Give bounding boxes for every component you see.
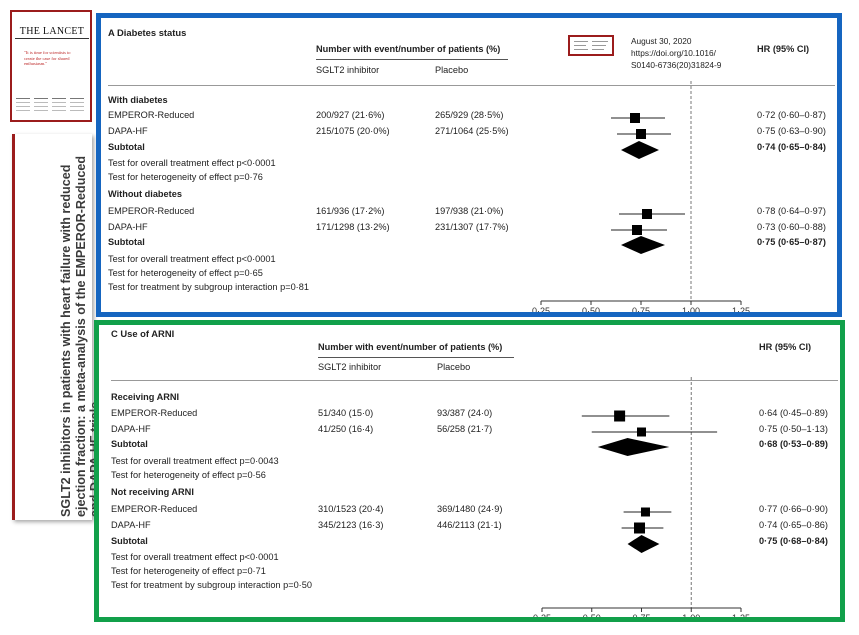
x-tick-label: 1·25 [732,613,750,622]
panel-diabetes-status: A Diabetes status Number with event/numb… [96,13,842,317]
subtotal-diamond [597,438,670,456]
hr-square [642,209,652,219]
journal-title: THE LANCET [15,26,89,39]
hr-square [634,522,646,534]
cover-columns [16,98,88,118]
journal-cover-thumbnail: THE LANCET "It is time for scientists to… [10,10,92,122]
subtotal-diamond [621,141,659,159]
x-tick-label: 0·75 [632,306,650,316]
hr-square [640,507,650,517]
x-tick-label: 0·75 [632,613,650,622]
cover-quote: "It is time for scientists to create the… [24,50,71,66]
panel-use-of-arni: C Use of ARNI Number with event/number o… [94,320,845,622]
hr-square [632,225,642,235]
x-tick-label: 0·25 [532,306,550,316]
subtotal-diamond [627,535,660,553]
article-title-panel: SGLT2 inhibitors in patients with heart … [12,134,102,520]
x-tick-label: 0·50 [583,613,601,622]
x-tick-label: 1·00 [682,306,700,316]
x-tick-label: 1·00 [682,613,700,622]
x-tick-label: 0·50 [582,306,600,316]
hr-square [637,427,646,437]
hr-square [630,113,640,123]
subtotal-diamond [621,236,665,254]
forest-plot-arni: 0·25 0·50 0·75 1·00 1·25 [533,377,750,622]
hr-square [614,410,626,422]
hr-square [636,129,646,139]
x-tick-label: 0·25 [533,613,551,622]
x-tick-label: 1·25 [732,306,750,316]
forest-plot-diabetes: 0·25 0·50 0·75 1·00 1·25 [532,81,750,316]
